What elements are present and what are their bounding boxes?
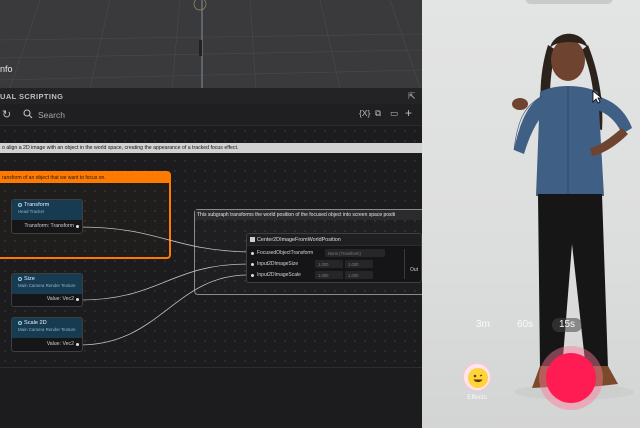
size-node[interactable]: Size Main Camera Render Texture Value: V… — [11, 273, 83, 307]
grey-group-label: This subgraph transforms the world posit… — [195, 210, 422, 220]
input-label: FocusedObjectTransform — [257, 250, 314, 256]
record-button[interactable] — [546, 353, 596, 403]
comment-bar[interactable]: o align a 2D image with an object in the… — [0, 143, 422, 153]
scale2d-node-header: Scale 2D Main Camera Render Texture — [12, 318, 82, 338]
smiley-icon — [468, 368, 488, 388]
node-type-icon — [18, 202, 22, 207]
size-node-subtitle: Main Camera Render Texture — [18, 283, 76, 288]
viewport-grid — [0, 0, 422, 88]
transform-node-subtitle: Head Tracker — [18, 209, 45, 214]
panel-divider — [0, 367, 422, 368]
viewport-info-label: nfo — [0, 64, 13, 74]
input-label: Input2DImageSize — [257, 261, 299, 267]
size-node-header: Size Main Camera Render Texture — [12, 274, 82, 294]
input-port[interactable] — [251, 252, 254, 255]
toolbar: ↻ {X} ⧉ ▭ + — [0, 104, 422, 126]
size-x-field[interactable]: 1.000 — [315, 260, 343, 268]
size-output-port[interactable] — [76, 298, 79, 301]
scene-viewport[interactable]: nfo — [0, 0, 422, 88]
input-row-image-size: Input2DImageSize 1.000 1.000 — [251, 260, 417, 269]
input-port[interactable] — [251, 274, 254, 277]
screen: nfo UAL SCRIPTING ⇱ ↻ {X} ⧉ ▭ + o align … — [0, 0, 640, 428]
input-label: Input2DImageScale — [257, 272, 301, 278]
duration-60s-option[interactable]: 60s — [513, 318, 537, 332]
scale2d-node-title: Scale 2D — [24, 320, 47, 326]
transform-node[interactable]: Transform Head Tracker Transform: Transf… — [11, 199, 83, 234]
scale2d-output-label: Value: Vec2 — [46, 341, 74, 347]
subgraph-node-title: Center2DImageFromWorldPosition — [257, 237, 341, 243]
transform-object-field[interactable]: None (Transform) — [325, 249, 385, 257]
subgraph-node[interactable]: Center2DImageFromWorldPosition FocusedOb… — [246, 233, 422, 283]
camera-preview[interactable]: 3m 60s 15s Effects — [422, 0, 640, 428]
transform-output-label: Transform: Transform — [24, 223, 74, 229]
orange-group-label: ransform of an object that we want to fo… — [0, 173, 169, 183]
subgraph-node-header: Center2DImageFromWorldPosition — [247, 234, 421, 246]
transform-node-header: Transform Head Tracker — [12, 200, 82, 220]
gizmo-icon[interactable] — [193, 0, 207, 11]
refresh-icon[interactable]: ↻ — [2, 108, 11, 121]
panel-title: UAL SCRIPTING — [0, 92, 64, 101]
add-node-button[interactable]: + — [405, 106, 412, 120]
size-y-field[interactable]: 1.000 — [345, 260, 373, 268]
effects-label: Effects — [467, 394, 487, 401]
node-type-icon — [18, 276, 22, 281]
transform-node-title: Transform — [24, 202, 50, 208]
input-port[interactable] — [251, 263, 254, 266]
effects-button[interactable] — [463, 363, 491, 391]
panel-header: UAL SCRIPTING ⇱ — [0, 88, 422, 104]
search-input[interactable] — [38, 109, 238, 121]
scale2d-node-subtitle: Main Camera Render Texture — [18, 327, 76, 332]
input-row-image-scale: Input2DImageScale 1.000 1.000 — [251, 271, 417, 280]
panel-layout-button[interactable]: ▭ — [390, 108, 398, 119]
mouse-cursor-icon — [592, 90, 602, 104]
output-label: Out — [409, 267, 418, 273]
scale-x-field[interactable]: 1.000 — [315, 271, 343, 279]
search-icon — [23, 109, 33, 119]
hierarchy-button[interactable]: ⧉ — [375, 108, 381, 119]
scale-y-field[interactable]: 1.000 — [345, 271, 373, 279]
scale2d-node[interactable]: Scale 2D Main Camera Render Texture Valu… — [11, 317, 83, 352]
input-row-focused-transform: FocusedObjectTransform None (Transform) — [251, 249, 417, 258]
node-divider — [404, 249, 405, 279]
transform-output-port[interactable] — [76, 225, 79, 228]
scale2d-output-port[interactable] — [76, 343, 79, 346]
person-figure — [512, 33, 634, 400]
size-output-label: Value: Vec2 — [46, 296, 74, 302]
subgraph-icon — [250, 237, 255, 242]
node-type-icon — [18, 320, 22, 325]
scene-figure — [199, 40, 202, 56]
duration-15s-option[interactable]: 15s — [552, 318, 582, 332]
variables-button[interactable]: {X} — [359, 108, 370, 118]
duration-3m-option[interactable]: 3m — [473, 318, 493, 332]
size-node-title: Size — [24, 276, 35, 282]
external-link-icon[interactable]: ⇱ — [408, 91, 416, 102]
